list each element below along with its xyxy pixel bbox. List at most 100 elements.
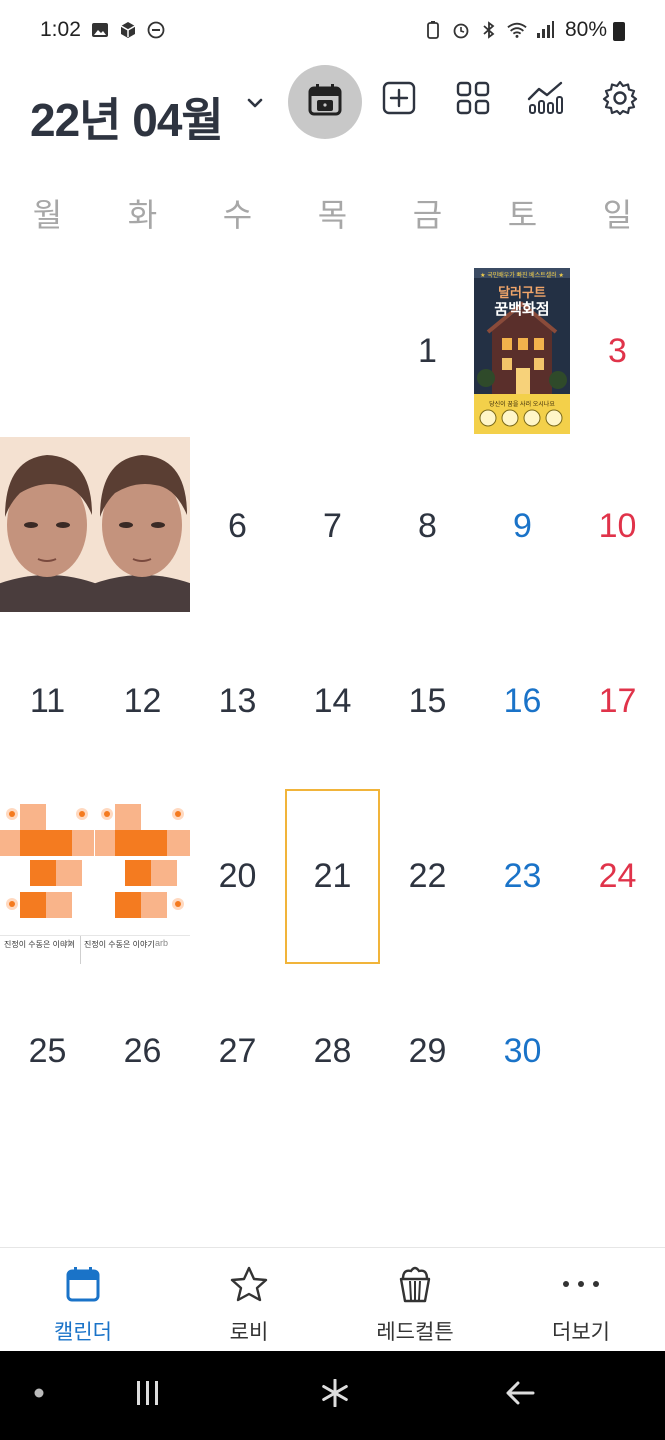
day-cell-26[interactable]: 26: [95, 964, 190, 1139]
nav-item-lobby[interactable]: 로비: [166, 1248, 332, 1352]
star-icon: [229, 1264, 269, 1304]
month-title[interactable]: 22년 04월: [30, 84, 224, 150]
home-asterisk-icon: [321, 1378, 349, 1412]
day-cell-27[interactable]: 27: [190, 964, 285, 1139]
day-cell-17[interactable]: 17: [570, 614, 665, 789]
day-number: 28: [313, 1032, 352, 1070]
nav-item-redcurtain[interactable]: 레드컬튼: [332, 1248, 498, 1352]
calendar-lock-icon: [307, 82, 343, 123]
day-cell-empty: [95, 264, 190, 439]
day-cell-20[interactable]: 20: [190, 789, 285, 964]
day-cell-23[interactable]: 23: [475, 789, 570, 964]
cover-divider: [80, 936, 81, 964]
today-highlight: [285, 789, 380, 964]
gallery-icon: [90, 20, 110, 40]
day-number: 14: [313, 682, 352, 720]
battery-saver-icon: [423, 20, 443, 40]
book-cover-apr4-5[interactable]: [0, 437, 190, 612]
day-cell-30[interactable]: 30: [475, 964, 570, 1139]
day-cell-1[interactable]: 1: [380, 264, 475, 439]
weekday-header: 월 화 수 목 금 토 일: [0, 190, 665, 240]
today-button[interactable]: [288, 65, 362, 139]
recents-icon: [134, 1380, 162, 1411]
day-cell-12[interactable]: 12: [95, 614, 190, 789]
day-cell-25[interactable]: 25: [0, 964, 95, 1139]
day-cell-14[interactable]: 14: [285, 614, 380, 789]
back-button[interactable]: [495, 1373, 545, 1417]
status-bar: 1:02 80%: [0, 0, 665, 64]
weekday-tue: 화: [127, 197, 158, 233]
battery-icon: [613, 22, 625, 41]
gear-icon: [602, 80, 638, 121]
day-number: 7: [323, 507, 342, 545]
weekday-mon: 월: [32, 197, 63, 233]
cover-caption-band: 진정이 수동은 이야기 arb 진정이 수동은 이야기 arb: [0, 935, 190, 965]
day-cell-9[interactable]: 9: [475, 439, 570, 614]
cover-band-text: 당신이 꿈을 사러 오시나요: [489, 402, 555, 408]
stats-button[interactable]: [522, 76, 570, 124]
day-cell-6[interactable]: 6: [190, 439, 285, 614]
day-number: 9: [513, 507, 532, 545]
cube-icon: [118, 20, 138, 40]
weekday-fri: 금: [412, 197, 443, 233]
day-cell-16[interactable]: 16: [475, 614, 570, 789]
day-cell-28[interactable]: 28: [285, 964, 380, 1139]
day-cell-empty: [190, 264, 285, 439]
book-cover-apr18-19[interactable]: 진정이 수동은 이야기 arb 진정이 수동은 이야기 arb: [0, 800, 190, 965]
day-cell-22[interactable]: 22: [380, 789, 475, 964]
day-cell-7[interactable]: 7: [285, 439, 380, 614]
bluetooth-icon: [479, 20, 499, 40]
day-number: 1: [418, 332, 437, 370]
day-number: 29: [408, 1032, 447, 1070]
recent-apps-button[interactable]: [123, 1373, 173, 1417]
day-number: 26: [123, 1032, 162, 1070]
day-cell-3[interactable]: 3: [570, 264, 665, 439]
day-number: 23: [503, 857, 542, 895]
status-right-icons: [423, 20, 555, 40]
grid-view-button[interactable]: [449, 76, 497, 124]
cover-brand-2: arb: [155, 938, 169, 948]
day-cell-8[interactable]: 8: [380, 439, 475, 614]
day-number: 27: [218, 1032, 257, 1070]
weekday-thu: 목: [317, 197, 348, 233]
day-cell-15[interactable]: 15: [380, 614, 475, 789]
dnd-icon: [146, 20, 166, 40]
chevron-down-icon[interactable]: [244, 92, 266, 114]
day-cell-24[interactable]: 24: [570, 789, 665, 964]
day-number: 20: [218, 857, 257, 895]
day-number: 13: [218, 682, 257, 720]
plus-square-icon: [382, 81, 416, 120]
day-cell-29[interactable]: 29: [380, 964, 475, 1139]
day-number: 12: [123, 682, 162, 720]
more-dots-icon: [561, 1264, 601, 1304]
settings-button[interactable]: [596, 76, 644, 124]
cover-title-line2: 꿈백화점: [494, 301, 550, 318]
day-number: 15: [408, 682, 447, 720]
book-cover-apr2[interactable]: ★ 국민배우가 빠진 베스트셀러 ★ 달러구트 꿈백화점 당신이 꿈을 사러 오…: [474, 268, 570, 434]
day-cell-11[interactable]: 11: [0, 614, 95, 789]
calendar-icon: [63, 1264, 103, 1304]
day-cell-13[interactable]: 13: [190, 614, 285, 789]
nav-label-calendar: 캘린더: [54, 1321, 112, 1344]
popcorn-icon: [395, 1264, 435, 1304]
day-number: 30: [503, 1032, 542, 1070]
day-cell-21[interactable]: 21: [285, 789, 380, 964]
system-nav-bar: [0, 1351, 665, 1440]
day-number: 3: [608, 332, 627, 370]
home-button[interactable]: [310, 1373, 360, 1417]
nav-item-calendar[interactable]: 캘린더: [0, 1248, 166, 1352]
nav-item-more[interactable]: 더보기: [498, 1248, 664, 1352]
alarm-icon: [451, 20, 471, 40]
status-left-icons: [90, 20, 166, 40]
signal-icon: [535, 20, 555, 40]
day-number: 6: [228, 507, 247, 545]
add-button[interactable]: [375, 76, 423, 124]
cover-top-text: ★ 국민배우가 빠진 베스트셀러 ★: [480, 273, 564, 279]
battery-percent: 80%: [564, 18, 607, 41]
nav-dot-button[interactable]: [14, 1373, 64, 1417]
status-time: 1:02: [40, 18, 81, 41]
day-cell-10[interactable]: 10: [570, 439, 665, 614]
day-number: 11: [29, 682, 66, 720]
day-number: 16: [503, 682, 542, 720]
nav-label-redcurtain: 레드컬튼: [376, 1321, 454, 1344]
